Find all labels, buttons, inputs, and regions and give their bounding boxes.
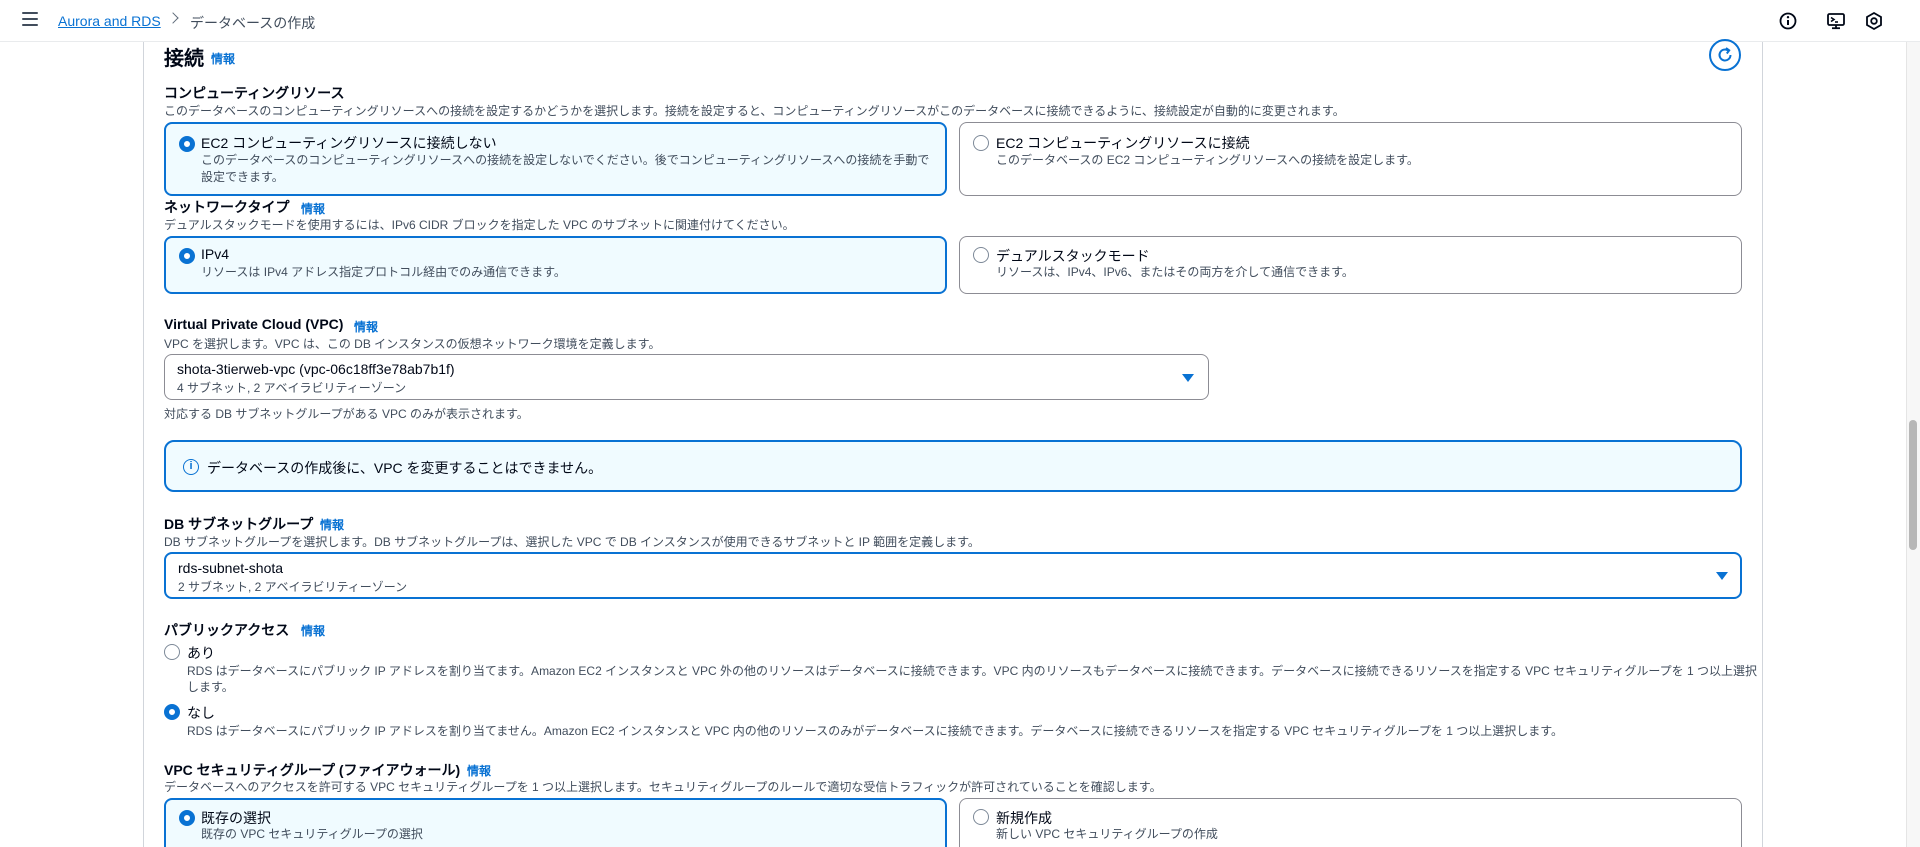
- menu-icon[interactable]: [22, 12, 38, 26]
- compute-option-connect[interactable]: EC2 コンピューティングリソースに接続 このデータベースの EC2 コンピュー…: [959, 122, 1742, 196]
- breadcrumb-aurora-rds-link[interactable]: Aurora and RDS: [58, 13, 161, 29]
- radio-sg-existing[interactable]: [179, 810, 195, 826]
- info-icon: i: [183, 459, 199, 475]
- public-no-description: RDS はデータベースにパブリック IP アドレスを割り当てません。Amazon…: [187, 724, 1564, 738]
- network-type-label: ネットワークタイプ: [164, 199, 290, 215]
- option-description: 新しい VPC セキュリティグループの作成: [996, 827, 1218, 841]
- security-group-label: VPC セキュリティグループ (ファイアウォール): [164, 762, 461, 778]
- cloudshell-icon[interactable]: [1826, 11, 1846, 31]
- public-info-link[interactable]: 情報: [301, 622, 325, 639]
- network-description: デュアルスタックモードを使用するには、IPv6 CIDR ブロックを指定した V…: [164, 218, 795, 232]
- refresh-button[interactable]: [1709, 39, 1741, 71]
- public-no-title: なし: [187, 705, 215, 721]
- subnet-info-link[interactable]: 情報: [320, 516, 344, 533]
- option-description: リソースは、IPv4、IPv6、またはその両方を介して通信できます。: [996, 265, 1354, 279]
- option-title: デュアルスタックモード: [996, 248, 1150, 264]
- vpc-selected-value: shota-3tierweb-vpc (vpc-06c18ff3e78ab7b1…: [177, 361, 455, 377]
- vpc-info-alert: i データベースの作成後に、VPC を変更することはできません。: [164, 440, 1742, 492]
- section-info-link[interactable]: 情報: [211, 50, 235, 67]
- compute-description: このデータベースのコンピューティングリソースへの接続を設定するかどうかを選択しま…: [164, 104, 1345, 118]
- option-description: このデータベースのコンピューティングリソースへの接続を設定しないでください。後で…: [201, 153, 930, 167]
- network-info-link[interactable]: 情報: [301, 200, 325, 217]
- public-access-label: パブリックアクセス: [164, 622, 290, 638]
- breadcrumb-current: データベースの作成: [190, 15, 316, 31]
- subnet-group-select[interactable]: rds-subnet-shota 2 サブネット, 2 アベイラビリティーゾーン: [164, 552, 1742, 599]
- option-title: EC2 コンピューティングリソースに接続しない: [201, 135, 497, 151]
- vpc-select[interactable]: shota-3tierweb-vpc (vpc-06c18ff3e78ab7b1…: [164, 354, 1209, 400]
- info-circle-icon[interactable]: [1778, 11, 1798, 31]
- option-title: 新規作成: [996, 810, 1052, 826]
- public-yes-description: RDS はデータベースにパブリック IP アドレスを割り当てます。Amazon …: [187, 664, 1757, 678]
- option-title: 既存の選択: [201, 810, 271, 826]
- caret-down-icon: [1716, 572, 1728, 580]
- radio-sg-new[interactable]: [973, 809, 989, 825]
- network-option-ipv4[interactable]: IPv4 リソースは IPv4 アドレス指定プロトコル経由でのみ通信できます。: [164, 236, 947, 294]
- refresh-icon: [1718, 47, 1732, 62]
- option-title: EC2 コンピューティングリソースに接続: [996, 135, 1250, 151]
- option-description: 既存の VPC セキュリティグループの選択: [201, 827, 423, 841]
- option-description: リソースは IPv4 アドレス指定プロトコル経由でのみ通信できます。: [201, 265, 566, 279]
- vpc-description: VPC を選択します。VPC は、この DB インスタンスの仮想ネットワーク環境…: [164, 337, 661, 351]
- subnet-description: DB サブネットグループを選択します。DB サブネットグループは、選択した VP…: [164, 535, 980, 549]
- radio-ipv4[interactable]: [179, 248, 195, 264]
- vpc-selected-subtext: 4 サブネット, 2 アベイラビリティーゾーン: [177, 381, 407, 395]
- sg-option-new[interactable]: 新規作成 新しい VPC セキュリティグループの作成: [959, 798, 1742, 847]
- sg-option-existing[interactable]: 既存の選択 既存の VPC セキュリティグループの選択: [164, 798, 947, 847]
- scrollbar-thumb[interactable]: [1909, 420, 1917, 550]
- vpc-label: Virtual Private Cloud (VPC): [164, 316, 344, 332]
- radio-dont-connect[interactable]: [179, 136, 195, 152]
- radio-connect[interactable]: [973, 135, 989, 151]
- radio-public-yes[interactable]: [164, 644, 180, 660]
- subnet-group-label: DB サブネットグループ: [164, 516, 314, 532]
- alert-text: データベースの作成後に、VPC を変更することはできません。: [207, 460, 603, 476]
- chevron-right-icon: [167, 12, 179, 24]
- sg-info-link[interactable]: 情報: [467, 762, 491, 779]
- option-description: このデータベースの EC2 コンピューティングリソースへの接続を設定します。: [996, 153, 1419, 167]
- top-navigation-bar: Aurora and RDS データベースの作成: [0, 0, 1920, 42]
- vpc-info-link[interactable]: 情報: [354, 318, 378, 335]
- radio-public-no[interactable]: [164, 704, 180, 720]
- option-title: IPv4: [201, 246, 230, 262]
- public-yes-description-cont: します。: [187, 680, 234, 694]
- sg-description: データベースへのアクセスを許可する VPC セキュリティグループを 1 つ以上選…: [164, 780, 1162, 794]
- option-description-cont: 設定できます。: [201, 170, 284, 184]
- caret-down-icon: [1182, 374, 1194, 382]
- section-title: 接続: [164, 48, 204, 70]
- vpc-hint: 対応する DB サブネットグループがある VPC のみが表示されます。: [164, 407, 529, 421]
- network-option-dualstack[interactable]: デュアルスタックモード リソースは、IPv4、IPv6、またはその両方を介して通…: [959, 236, 1742, 294]
- public-yes-title: あり: [187, 645, 215, 661]
- radio-dualstack[interactable]: [973, 247, 989, 263]
- subnet-selected-subtext: 2 サブネット, 2 アベイラビリティーゾーン: [178, 580, 408, 594]
- compute-option-dont-connect[interactable]: EC2 コンピューティングリソースに接続しない このデータベースのコンピューティ…: [164, 122, 947, 196]
- settings-hex-icon[interactable]: [1864, 11, 1884, 31]
- compute-label: コンピューティングリソース: [164, 85, 345, 101]
- subnet-selected-value: rds-subnet-shota: [178, 560, 284, 576]
